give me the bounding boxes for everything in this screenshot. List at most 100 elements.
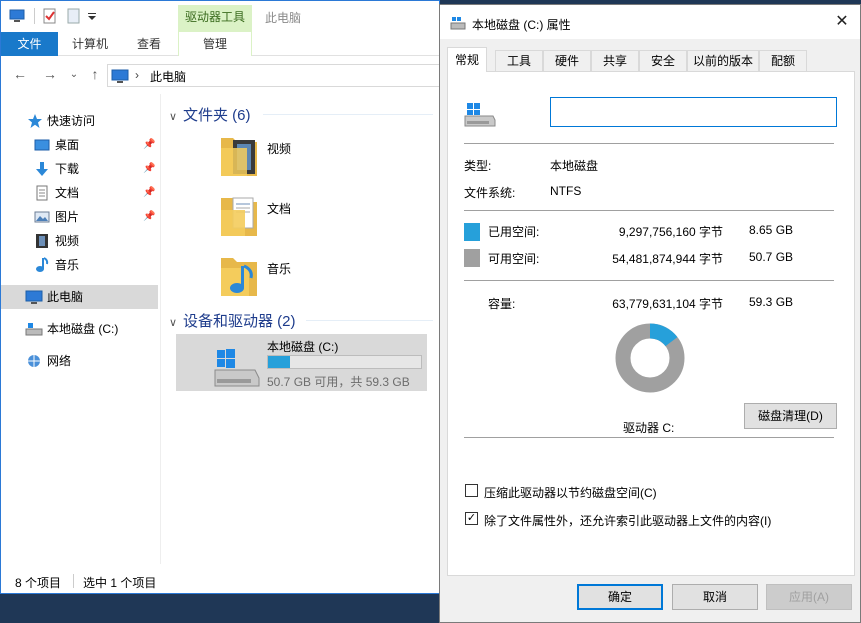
sidebar-item-music[interactable]: 音乐 bbox=[1, 253, 158, 277]
sidebar-item-network[interactable]: 网络 bbox=[1, 349, 158, 373]
devices-group-header[interactable]: ∨ 设备和驱动器 (2) bbox=[169, 310, 296, 331]
type-label: 类型: bbox=[464, 159, 492, 173]
drive-item-local-disk[interactable]: 本地磁盘 (C:) 50.7 GB 可用，共 59.3 GB bbox=[176, 334, 427, 391]
pin-icon: 📌 bbox=[143, 139, 156, 150]
status-separator bbox=[73, 574, 74, 588]
back-icon[interactable]: ← bbox=[11, 66, 29, 82]
folder-item-videos[interactable]: 视频 bbox=[219, 132, 419, 186]
pin-icon: 📌 bbox=[143, 187, 156, 198]
sidebar-item-videos[interactable]: 视频 bbox=[1, 229, 158, 253]
group-divider bbox=[263, 114, 433, 115]
folder-label: 文档 bbox=[267, 202, 292, 216]
index-checkbox[interactable]: ✓ bbox=[465, 512, 478, 525]
free-space-bytes: 54,481,874,944 字节 bbox=[612, 252, 723, 266]
tab-hardware[interactable]: 硬件 bbox=[543, 50, 591, 71]
drive-tools-tab-group: 驱动器工具 bbox=[178, 5, 252, 32]
ok-button[interactable]: 确定 bbox=[577, 584, 663, 610]
tab-sharing[interactable]: 共享 bbox=[591, 50, 639, 71]
folder-label: 视频 bbox=[267, 142, 292, 156]
disk-cleanup-button[interactable]: 磁盘清理(D) bbox=[744, 403, 837, 429]
breadcrumb[interactable]: 此电脑 bbox=[150, 68, 186, 85]
sidebar-item-local-disk[interactable]: 本地磁盘 (C:) bbox=[1, 317, 158, 341]
tab-file[interactable]: 文件 bbox=[1, 32, 58, 56]
properties-dialog: 本地磁盘 (C:) 属性 ✕ 常规 工具 硬件 共享 安全 以前的版本 配额 类… bbox=[439, 4, 861, 623]
new-folder-icon[interactable] bbox=[66, 8, 82, 24]
video-folder-icon bbox=[221, 138, 257, 176]
folder-item-music[interactable]: 音乐 bbox=[219, 252, 419, 306]
used-space-bytes: 9,297,756,160 字节 bbox=[618, 225, 723, 239]
sidebar-item-desktop[interactable]: 桌面 📌 bbox=[1, 133, 158, 157]
navigation-pane: 快速访问 桌面 📌 下载 📌 文档 📌 图片 📌 视频 音乐 此电脑 本地磁盘 … bbox=[1, 94, 161, 564]
divider bbox=[464, 143, 834, 144]
hard-drive-icon bbox=[25, 321, 43, 337]
video-icon bbox=[34, 233, 50, 249]
divider bbox=[464, 210, 834, 211]
free-space-swatch bbox=[464, 249, 480, 267]
tab-security[interactable]: 安全 bbox=[639, 50, 687, 71]
general-tab-panel: 类型: 本地磁盘 文件系统: NTFS 已用空间: 9,297,756,160 … bbox=[447, 71, 855, 576]
tab-tools[interactable]: 工具 bbox=[495, 50, 543, 71]
hard-drive-icon bbox=[464, 103, 496, 127]
sidebar-item-label: 快速访问 bbox=[47, 114, 96, 128]
music-folder-icon bbox=[221, 258, 257, 296]
drive-usage-bar bbox=[267, 355, 422, 369]
sidebar-item-downloads[interactable]: 下载 📌 bbox=[1, 157, 158, 181]
sidebar-item-quick-access[interactable]: 快速访问 bbox=[1, 109, 158, 133]
music-note-icon bbox=[34, 257, 50, 273]
cancel-button[interactable]: 取消 bbox=[672, 584, 758, 610]
close-icon[interactable]: ✕ bbox=[828, 10, 856, 34]
group-divider bbox=[306, 320, 433, 321]
sidebar-item-label: 此电脑 bbox=[47, 290, 84, 304]
star-icon bbox=[27, 113, 43, 129]
tab-previous-versions[interactable]: 以前的版本 bbox=[687, 50, 759, 71]
customize-toolbar-icon[interactable] bbox=[87, 8, 103, 24]
tab-quota[interactable]: 配额 bbox=[759, 50, 807, 71]
hard-drive-icon bbox=[214, 349, 260, 387]
index-checkbox-label[interactable]: 除了文件属性外，还允许索引此驱动器上文件的内容(I) bbox=[484, 512, 771, 529]
document-folder-icon bbox=[221, 197, 257, 236]
chevron-right-icon[interactable]: › bbox=[135, 68, 139, 82]
explorer-titlebar: 驱动器工具 此电脑 bbox=[1, 1, 439, 32]
tab-general[interactable]: 常规 bbox=[447, 47, 487, 72]
recent-locations-icon[interactable]: ⌄ bbox=[65, 69, 83, 80]
address-bar-row: ← → ⌄ ↑ › 此电脑 bbox=[1, 56, 439, 94]
dialog-title: 本地磁盘 (C:) 属性 bbox=[472, 18, 571, 32]
sidebar-item-documents[interactable]: 文档 📌 bbox=[1, 181, 158, 205]
up-icon[interactable]: ↑ bbox=[86, 66, 104, 82]
computer-icon[interactable] bbox=[9, 8, 25, 24]
free-space-label: 可用空间: bbox=[488, 252, 540, 266]
compress-checkbox[interactable] bbox=[465, 484, 478, 497]
used-space-size: 8.65 GB bbox=[749, 223, 794, 237]
folder-label: 音乐 bbox=[267, 262, 292, 276]
compress-checkbox-label[interactable]: 压缩此驱动器以节约磁盘空间(C) bbox=[484, 484, 657, 501]
folders-group-header[interactable]: ∨ 文件夹 (6) bbox=[169, 104, 251, 125]
filesystem-label: 文件系统: bbox=[464, 186, 516, 200]
capacity-label: 容量: bbox=[488, 297, 516, 311]
sidebar-item-label: 下载 bbox=[55, 162, 80, 176]
drive-name-input[interactable] bbox=[550, 97, 837, 127]
apply-button[interactable]: 应用(A) bbox=[766, 584, 852, 610]
sidebar-item-label: 视频 bbox=[55, 234, 80, 248]
sidebar-item-label: 网络 bbox=[47, 354, 72, 368]
network-icon bbox=[25, 353, 41, 369]
sidebar-item-label: 音乐 bbox=[55, 258, 80, 272]
this-pc-icon bbox=[111, 68, 129, 87]
filesystem-value: NTFS bbox=[550, 184, 582, 198]
item-count: 8 个项目 bbox=[15, 576, 62, 590]
pin-icon: 📌 bbox=[143, 163, 156, 174]
group-title: 文件夹 (6) bbox=[183, 107, 251, 124]
address-box[interactable]: › 此电脑 bbox=[107, 64, 439, 87]
tab-manage[interactable]: 管理 bbox=[178, 32, 252, 56]
content-pane: ∨ 文件夹 (6) 视频 文档 音乐 ∨ 设备和驱动器 (2) 本地磁盘 (C:) … bbox=[161, 94, 439, 564]
used-space-swatch bbox=[464, 223, 480, 241]
tab-view[interactable]: 查看 bbox=[127, 32, 171, 56]
forward-icon[interactable]: → bbox=[41, 66, 59, 82]
disk-usage-donut bbox=[614, 322, 686, 394]
folder-item-documents[interactable]: 文档 bbox=[219, 192, 419, 246]
properties-icon[interactable] bbox=[42, 8, 58, 24]
tab-computer[interactable]: 计算机 bbox=[67, 32, 113, 56]
capacity-bytes: 63,779,631,104 字节 bbox=[612, 297, 723, 311]
sidebar-item-pictures[interactable]: 图片 📌 bbox=[1, 205, 158, 229]
sidebar-item-this-pc[interactable]: 此电脑 bbox=[1, 285, 158, 309]
free-space-size: 50.7 GB bbox=[749, 250, 794, 264]
